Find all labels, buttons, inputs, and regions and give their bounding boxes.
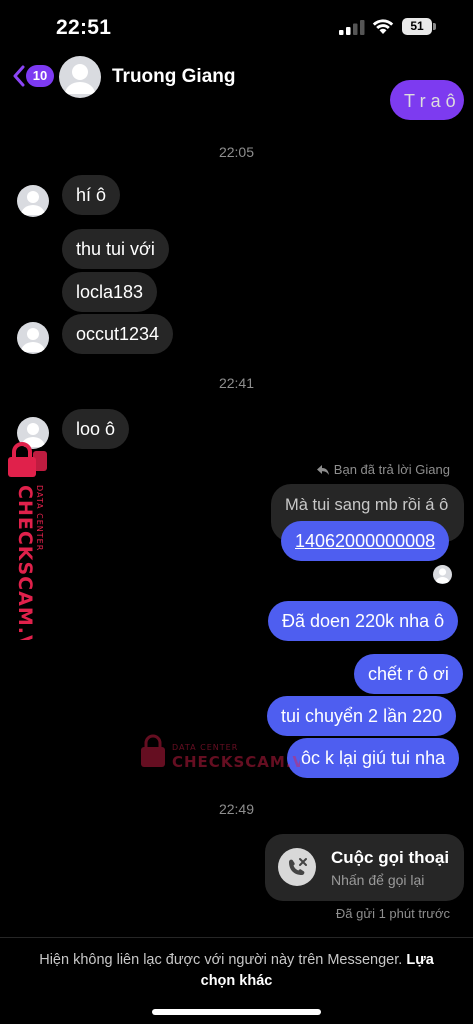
message-incoming[interactable]: thu tui với (62, 229, 169, 269)
wifi-icon (372, 19, 394, 34)
message-outgoing[interactable]: chết r ô ơi (354, 654, 463, 694)
person-icon (21, 191, 45, 215)
sender-avatar[interactable] (17, 322, 49, 354)
contact-name[interactable]: Truong Giang (112, 66, 236, 88)
back-button[interactable]: 10 (12, 62, 54, 90)
timestamp: 22:41 (218, 375, 255, 391)
unread-count-badge: 10 (26, 65, 54, 87)
sender-avatar[interactable] (17, 185, 49, 217)
message-incoming[interactable]: occut1234 (62, 314, 174, 354)
sent-status: Đã gửi 1 phút trước (335, 906, 450, 921)
svg-text:CHECKSCAM.VN: CHECKSCAM.VN (14, 485, 36, 640)
home-indicator[interactable] (152, 1009, 321, 1015)
watermark-logo: DATA CENTER CHECKSCAM.VN (141, 734, 300, 771)
person-icon (435, 568, 450, 583)
message-incoming[interactable]: loo ô (62, 409, 130, 449)
missed-call-card[interactable]: Cuộc gọi thoại Nhấn để gọi lại (265, 834, 464, 901)
reply-note: Bạn đã trả lời Giang (316, 462, 450, 477)
cellular-signal-icon (339, 20, 365, 35)
chevron-left-icon (13, 65, 25, 87)
timestamp: 22:49 (218, 801, 255, 817)
watermark-logo: CHECKSCAM.VN DATA CENTER (8, 442, 47, 640)
missed-call-icon (278, 848, 316, 886)
call-title: Cuộc gọi thoại (331, 848, 450, 867)
status-time: 22:51 (56, 16, 112, 39)
svg-text:DATA CENTER: DATA CENTER (172, 743, 238, 752)
message-incoming[interactable]: locla183 (62, 272, 158, 312)
person-icon (21, 328, 45, 352)
message-outgoing[interactable]: tui chuyển 2 lần 220 (267, 696, 457, 736)
status-bar: 22:51 51 (0, 0, 473, 52)
svg-text:DATA CENTER: DATA CENTER (35, 485, 44, 551)
battery-icon: 51 (402, 18, 432, 35)
person-icon (65, 64, 95, 94)
svg-text:CHECKSCAM.VN: CHECKSCAM.VN (172, 753, 300, 771)
seen-avatar (433, 565, 452, 584)
message-outgoing-cutoff[interactable]: T r a ô (390, 80, 464, 120)
message-outgoing[interactable]: Đã doen 220k nha ô (268, 601, 459, 641)
unavailable-notice: Hiện không liên lạc được với người này t… (39, 952, 434, 989)
battery-tip (433, 23, 436, 30)
timestamp: 22:05 (218, 144, 255, 160)
message-outgoing-link[interactable]: 14062000000008 (281, 521, 450, 561)
footer-divider (0, 937, 473, 938)
message-incoming[interactable]: hí ô (62, 175, 121, 215)
message-outgoing[interactable]: ôc k lại giú tui nha (287, 738, 460, 778)
reply-arrow-icon (316, 464, 329, 475)
call-subtitle: Nhấn để gọi lại (331, 872, 425, 888)
contact-avatar[interactable] (59, 56, 101, 98)
